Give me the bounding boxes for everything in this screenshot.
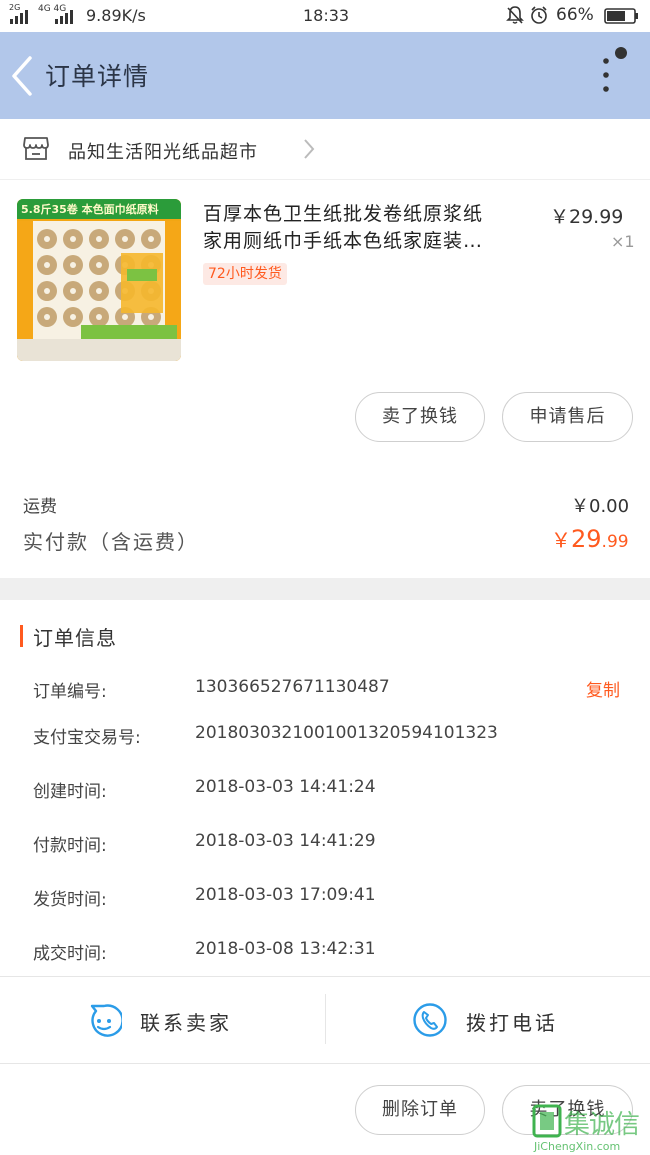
shop-name: 品知生活阳光纸品超市: [68, 142, 258, 163]
created-time-label: 创建时间:: [33, 782, 107, 802]
created-time-value: 2018-03-03 14:41:24: [195, 777, 376, 797]
paid-amount-value: ￥29.99: [551, 524, 629, 553]
delete-order-button[interactable]: 删除订单: [355, 1085, 485, 1135]
call-phone-button[interactable]: 拨打电话: [326, 977, 650, 1063]
product-image[interactable]: 5.8斤35卷 本色面巾纸原料: [17, 199, 181, 361]
paid-time-value: 2018-03-03 14:41:29: [195, 831, 376, 851]
paid-currency: ￥: [551, 528, 571, 552]
completed-time-label: 成交时间:: [33, 944, 107, 964]
alipay-trade-value: 2018030321001001320594101323: [195, 723, 498, 743]
status-bar: 2G 4G 4G 9.89K/s 18:33 66%: [0, 0, 650, 32]
phone-icon: [412, 1002, 448, 1042]
after-sale-button[interactable]: 申请售后: [502, 392, 633, 442]
paid-time-label: 付款时间:: [33, 836, 107, 856]
alipay-trade-label: 支付宝交易号:: [33, 728, 141, 748]
battery-icon: [604, 8, 640, 28]
chat-bubble-icon: [86, 1002, 124, 1042]
sell-exchange-button[interactable]: 卖了换钱: [355, 392, 485, 442]
more-menu-button[interactable]: [592, 42, 632, 104]
contact-seller-label: 联系卖家: [140, 1011, 232, 1035]
signal-icon-1: [10, 8, 34, 24]
paid-decimal: .99: [601, 532, 629, 552]
order-number-label: 订单编号:: [33, 682, 107, 702]
product-title-line-1: 百厚本色卫生纸批发卷纸原浆纸: [203, 203, 484, 225]
shipping-tag: 72小时发货: [203, 263, 287, 285]
signal-icon-2: [55, 8, 79, 24]
clock-time: 18:33: [303, 6, 350, 25]
completed-time-value: 2018-03-08 13:42:31: [195, 939, 376, 959]
divider: [0, 1063, 650, 1064]
shipped-time-value: 2018-03-03 17:09:41: [195, 885, 376, 905]
mute-bell-icon: [505, 5, 525, 29]
copy-button[interactable]: 复制: [586, 676, 620, 701]
shop-icon: [22, 135, 50, 165]
product-title[interactable]: 百厚本色卫生纸批发卷纸原浆纸 家用厕纸巾手纸本色纸家庭装…: [203, 201, 483, 255]
shipping-fee-value: ￥0.00: [571, 496, 630, 517]
shop-row[interactable]: 品知生活阳光纸品超市: [0, 119, 650, 179]
watermark-url: JiChengXin.com: [534, 1140, 621, 1153]
paid-amount-label: 实付款（含运费）: [23, 530, 199, 554]
order-info-heading: 订单信息: [33, 626, 117, 650]
toilet-paper-package-image: [17, 199, 181, 361]
product-price: ￥29.99: [550, 206, 624, 228]
order-number-value: 130366527671130487: [195, 677, 390, 697]
battery-percent: 66%: [556, 5, 594, 25]
chevron-right-icon: [302, 138, 316, 164]
nav-bar: 订单详情: [0, 32, 650, 119]
product-title-line-2: 家用厕纸巾手纸本色纸家庭装…: [203, 230, 484, 252]
product-quantity: ×1: [611, 232, 635, 251]
section-separator: [0, 578, 650, 600]
product-image-banner: 5.8斤35卷 本色面巾纸原料: [21, 203, 159, 216]
divider: [0, 179, 650, 180]
section-accent-bar: [20, 625, 23, 647]
shipped-time-label: 发货时间:: [33, 890, 107, 910]
paid-main: 29: [571, 525, 602, 553]
contact-seller-button[interactable]: 联系卖家: [0, 977, 325, 1063]
page-title: 订单详情: [45, 62, 150, 91]
back-arrow-icon: [12, 56, 32, 96]
back-button[interactable]: [8, 54, 38, 98]
shipping-fee-label: 运费: [23, 497, 57, 517]
alarm-clock-icon: [529, 5, 549, 29]
bottom-sell-exchange-button[interactable]: 卖了换钱: [502, 1085, 633, 1135]
call-phone-label: 拨打电话: [466, 1011, 558, 1035]
more-dots-icon: [603, 47, 627, 92]
network-speed: 9.89K/s: [86, 6, 146, 25]
